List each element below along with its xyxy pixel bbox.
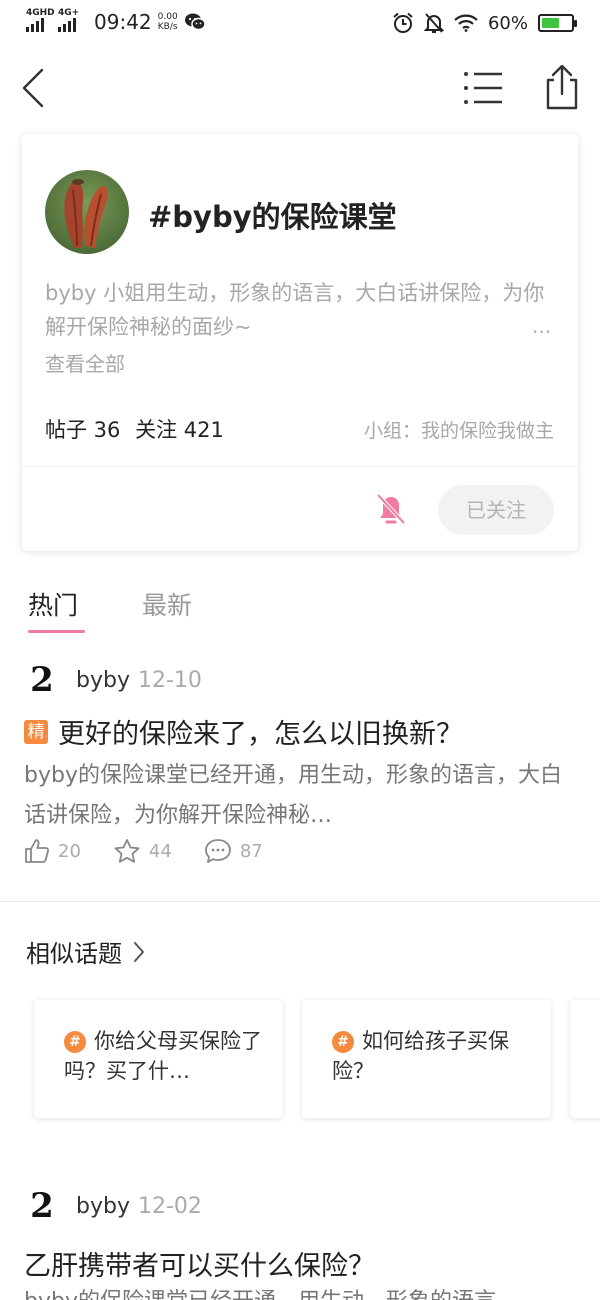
status-bar: 4GHD 4G+ 09:42 0.00 KB/s 60%	[0, 0, 600, 46]
alarm-icon	[393, 12, 413, 33]
card-divider	[22, 466, 578, 467]
post-header: 2 byby 12-10	[26, 660, 202, 700]
group-link[interactable]: 小组：我的保险我做主	[364, 416, 554, 443]
list-icon[interactable]	[462, 70, 504, 106]
topic-avatar-image	[64, 179, 108, 248]
post-title-text: 更好的保险来了，怎么以旧换新？	[58, 719, 463, 750]
similar-topic-label: 如何给孩子买保险？	[332, 1029, 509, 1083]
similar-topics-header[interactable]: 相似话题	[26, 934, 146, 969]
feed-tabs: 热门 最新	[0, 586, 600, 636]
star-icon	[114, 839, 140, 863]
favorite-count: 44	[148, 840, 172, 862]
followed-button[interactable]: 已关注	[438, 485, 554, 535]
hashtag-icon: #	[332, 1031, 354, 1053]
like-count: 20	[58, 840, 81, 862]
share-icon[interactable]	[542, 64, 582, 110]
post-item[interactable]: 2 byby 12-10 精 更好的保险来了，怎么以旧换新？ byby的保险课堂…	[0, 660, 600, 890]
battery-icon	[538, 14, 577, 32]
post-username[interactable]: byby	[76, 1194, 130, 1219]
wifi-icon	[454, 14, 478, 32]
post-header: 2 byby 12-02	[26, 1186, 202, 1226]
post-actions: 20 44 87	[24, 838, 295, 864]
featured-badge: 精	[24, 719, 48, 744]
network-speed: 0.00 KB/s	[158, 12, 178, 32]
signal-label: 4GHD	[26, 8, 55, 18]
thumbs-up-icon	[25, 839, 50, 863]
status-time: 09:42	[94, 10, 152, 34]
followers-count: 关注 421	[135, 418, 224, 442]
post-title[interactable]: 精 更好的保险来了，怎么以旧换新？	[24, 712, 463, 751]
similar-topic-card[interactable]: # 如何给孩子买保险？	[302, 1000, 551, 1118]
tab-active-indicator	[28, 630, 85, 633]
topic-stats: 帖子 36 关注 421	[45, 414, 232, 444]
tab-latest[interactable]: 最新	[142, 586, 192, 622]
post-item[interactable]: 2 byby 12-02 乙肝携带者可以买什么保险？ byby的保险课堂已经开通…	[0, 1186, 600, 1300]
back-arrow-icon[interactable]	[18, 64, 52, 112]
post-date: 12-10	[137, 667, 202, 693]
similar-topic-text: # 你给父母买保险了吗？买了什…	[64, 1026, 263, 1086]
battery-percent: 60%	[487, 12, 528, 34]
hashtag-icon: #	[64, 1031, 86, 1053]
battery-fill	[542, 18, 559, 28]
signal-icon: 4G+	[58, 8, 84, 32]
post-username[interactable]: byby	[76, 668, 130, 693]
comment-icon	[204, 839, 231, 863]
status-left: 4GHD 4G+ 09:42 0.00 KB/s	[26, 8, 206, 34]
favorite-button[interactable]: 44	[113, 838, 172, 864]
topic-title: #byby的保险课堂	[148, 200, 397, 234]
similar-topic-card[interactable]: # 你给父母买保险了吗？买了什…	[34, 1000, 283, 1118]
topic-avatar	[45, 170, 129, 254]
user-avatar[interactable]: 2	[26, 661, 58, 699]
see-all-link[interactable]: 查看全部	[45, 348, 125, 377]
topic-description: byby 小姐用生动，形象的语言，大白话讲保险，为你解开保险神秘的面纱~	[45, 281, 545, 339]
post-excerpt[interactable]: byby的保险课堂已经开通，用生动，形象的语言，大白话讲保险，为你解开保险神秘…	[24, 756, 564, 836]
post-excerpt[interactable]: byby的保险课堂已经开通，用生动，形象的语言	[24, 1282, 564, 1300]
user-avatar[interactable]: 2	[26, 1187, 58, 1225]
post-date: 12-02	[137, 1193, 202, 1219]
wechat-icon	[184, 13, 206, 31]
network-speed-value: 0.00	[157, 12, 178, 22]
comment-button[interactable]: 87	[204, 838, 263, 864]
status-right: 60%	[392, 12, 577, 34]
like-button[interactable]: 20	[24, 838, 81, 864]
description-more-icon[interactable]: ···	[532, 320, 551, 344]
tab-hot[interactable]: 热门	[28, 586, 78, 622]
nav-bar	[0, 56, 600, 120]
mute-bell-icon	[423, 13, 444, 33]
signal-label: 4G+	[58, 8, 80, 18]
comment-count: 87	[239, 840, 263, 862]
post-title-text: 乙肝携带者可以买什么保险？	[24, 1251, 375, 1282]
topic-card: #byby的保险课堂 byby 小姐用生动，形象的语言，大白话讲保险，为你解开保…	[22, 134, 578, 551]
section-divider	[0, 901, 600, 902]
network-speed-unit: KB/s	[157, 22, 178, 32]
post-title[interactable]: 乙肝携带者可以买什么保险？	[24, 1244, 375, 1283]
similar-topics-title: 相似话题	[26, 940, 122, 968]
similar-topic-label: 你给父母买保险了吗？买了什…	[64, 1029, 262, 1083]
posts-count: 帖子 36	[45, 418, 121, 442]
mute-notification-icon[interactable]	[374, 491, 408, 527]
similar-topic-text: # 如何给孩子买保险？	[332, 1026, 531, 1086]
signal-icon: 4GHD	[26, 8, 55, 32]
chevron-right-icon	[134, 941, 144, 962]
similar-topic-card-partial[interactable]	[570, 1000, 600, 1118]
